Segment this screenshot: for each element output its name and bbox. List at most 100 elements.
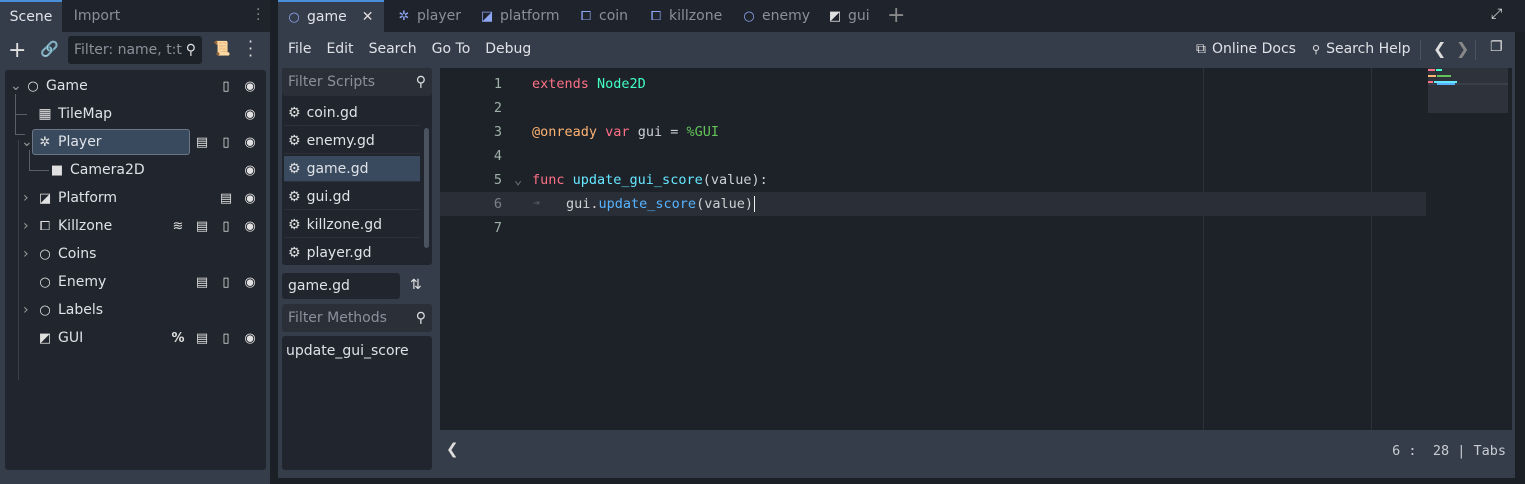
more-options-icon[interactable]: · · · xyxy=(248,34,253,64)
tab-killzone[interactable]: ⧠ killzone xyxy=(640,0,730,32)
filter-scripts-input[interactable]: Filter Scripts ⚲ xyxy=(282,68,432,96)
tree-item-tilemap[interactable]: ▦ TileMap ◉ xyxy=(5,100,266,128)
camera-icon: ■ xyxy=(50,162,64,178)
link-icon[interactable]: 🔗 xyxy=(40,40,59,58)
menu-file[interactable]: File xyxy=(288,41,311,57)
tab-game[interactable]: ○ game ✕ xyxy=(278,0,384,32)
visibility-eye-icon[interactable]: ◉ xyxy=(242,162,258,178)
expand-icon[interactable]: › xyxy=(23,302,29,318)
online-docs-button[interactable]: ⧉ Online Docs xyxy=(1196,32,1296,66)
collapse-icon[interactable]: ⌄ xyxy=(21,134,33,150)
token: (value): xyxy=(702,172,768,188)
tree-item-player[interactable]: ⌄ ✲ Player ▤ ▯ ◉ xyxy=(5,128,266,156)
script-item[interactable]: ⚙ killzone.gd xyxy=(284,212,420,238)
tree-item-coins[interactable]: › ○ Coins xyxy=(5,240,266,268)
script-item[interactable]: ⚙ player.gd xyxy=(284,240,420,266)
distraction-free-icon[interactable]: ⤢ xyxy=(1491,6,1502,22)
tree-item-platform[interactable]: › ◪ Platform ▤ ◉ xyxy=(5,184,266,212)
script-icon[interactable]: ▯ xyxy=(218,218,234,234)
script-icon[interactable]: ▯ xyxy=(218,330,234,346)
node-label: Enemy xyxy=(58,274,107,290)
tab-player[interactable]: ✲ player xyxy=(388,0,469,32)
area2d-icon: ⧠ xyxy=(650,8,662,24)
animatable-body-icon: ◪ xyxy=(480,8,494,24)
add-node-icon[interactable]: + xyxy=(8,38,26,63)
script-icon[interactable]: ▯ xyxy=(218,78,234,94)
tab-import[interactable]: Import xyxy=(62,0,132,32)
tab-label: coin xyxy=(599,8,629,24)
tree-item-game[interactable]: ⌄ ○ Game ▯ ◉ xyxy=(5,72,266,100)
indent-mode-button[interactable]: Tabs xyxy=(1473,443,1506,459)
scene-filter-input[interactable]: Filter: name, t:t ⚲ xyxy=(68,36,202,64)
instance-scene-icon[interactable]: ▤ xyxy=(194,134,210,150)
fold-chevron-icon[interactable]: ⌄ xyxy=(514,172,522,188)
expand-icon[interactable]: › xyxy=(23,246,29,262)
scrollbar[interactable] xyxy=(424,128,429,248)
canvas-layer-icon: ◩ xyxy=(828,8,842,24)
node2d-circle-icon: ○ xyxy=(27,78,39,94)
visibility-eye-icon[interactable]: ◉ xyxy=(242,134,258,150)
menu-search[interactable]: Search xyxy=(369,41,417,57)
script-editor: File Edit Search Go To Debug ⧉ Online Doc… xyxy=(278,32,1515,478)
tab-enemy[interactable]: ○ enemy xyxy=(733,0,818,32)
history-back-icon[interactable]: ❮ xyxy=(1433,39,1446,58)
tab-scene[interactable]: Scene xyxy=(0,0,62,32)
sort-icon[interactable]: ⇅ xyxy=(410,277,422,293)
script-item[interactable]: ⚙ enemy.gd xyxy=(284,128,420,154)
filter-methods-input[interactable]: Filter Methods ⚲ xyxy=(282,304,432,332)
script-icon[interactable]: ▯ xyxy=(218,274,234,290)
visibility-eye-icon[interactable]: ◉ xyxy=(242,106,258,122)
code-editor[interactable]: 1 2 3 4 5 6 7 ⌄ ⇥ extends Node2D @onread… xyxy=(440,68,1512,430)
collapse-icon[interactable]: ⌄ xyxy=(10,78,22,94)
visibility-eye-icon[interactable]: ◉ xyxy=(242,78,258,94)
new-tab-plus-icon[interactable]: + xyxy=(887,3,905,28)
script-item[interactable]: ⚙ gui.gd xyxy=(284,184,420,210)
tab-gui[interactable]: ◩ gui xyxy=(819,0,878,32)
tree-item-labels[interactable]: › ○ Labels xyxy=(5,296,266,324)
expand-icon[interactable]: › xyxy=(23,218,29,234)
menu-goto[interactable]: Go To xyxy=(432,41,471,57)
line-number: 3 xyxy=(493,124,502,140)
menu-debug[interactable]: Debug xyxy=(485,41,531,57)
toggle-panel-chevron-icon[interactable]: ❮ xyxy=(446,440,459,458)
search-icon: ⚲ xyxy=(415,310,426,326)
visibility-eye-icon[interactable]: ◉ xyxy=(242,218,258,234)
tab-label: platform xyxy=(500,8,560,24)
external-link-icon: ⧉ xyxy=(1196,41,1206,57)
minimap[interactable] xyxy=(1428,68,1508,113)
tab-label: player xyxy=(417,8,462,24)
script-item-selected[interactable]: ⚙ game.gd xyxy=(284,156,420,182)
tab-label: Import xyxy=(73,8,121,24)
gear-icon: ⚙ xyxy=(288,160,301,177)
tab-coin[interactable]: ⧠ coin xyxy=(570,0,636,32)
visibility-eye-icon[interactable]: ◉ xyxy=(242,190,258,206)
script-icon[interactable]: ▯ xyxy=(218,134,234,150)
token: Node2D xyxy=(597,76,646,92)
detach-script-icon[interactable]: 📜 xyxy=(213,41,230,57)
instance-scene-icon[interactable]: ▤ xyxy=(218,190,234,206)
tree-item-gui[interactable]: ◩ GUI % ▤ ▯ ◉ xyxy=(5,324,266,352)
tab-platform[interactable]: ◪ platform xyxy=(471,0,568,32)
script-item[interactable]: ⚙ coin.gd xyxy=(284,100,420,126)
instance-scene-icon[interactable]: ▤ xyxy=(194,218,210,234)
signals-icon[interactable]: ≋ xyxy=(170,218,186,234)
toggle-scripts-panel-icon[interactable]: ❐ xyxy=(1490,39,1503,55)
instance-scene-icon[interactable]: ▤ xyxy=(194,330,210,346)
gear-icon: ⚙ xyxy=(288,216,301,233)
visibility-eye-icon[interactable]: ◉ xyxy=(242,330,258,346)
tree-item-camera2d[interactable]: ■ Camera2D ◉ xyxy=(5,156,266,184)
close-tab-icon[interactable]: ✕ xyxy=(362,9,374,25)
visibility-eye-icon[interactable]: ◉ xyxy=(242,274,258,290)
unique-name-icon[interactable]: % xyxy=(170,330,186,346)
expand-icon[interactable]: › xyxy=(23,190,29,206)
current-script-name: game.gd xyxy=(288,278,350,294)
search-help-button[interactable]: ⚲ Search Help xyxy=(1312,32,1411,66)
tree-item-enemy[interactable]: ○ Enemy ▤ ▯ ◉ xyxy=(5,268,266,296)
dock-menu-icon[interactable]: · · · xyxy=(256,3,260,27)
instance-scene-icon[interactable]: ▤ xyxy=(194,274,210,290)
history-forward-icon[interactable]: ❯ xyxy=(1456,39,1469,58)
tree-item-killzone[interactable]: › ⧠ Killzone ≋ ▤ ▯ ◉ xyxy=(5,212,266,240)
node2d-circle-icon: ○ xyxy=(288,9,300,25)
method-item[interactable]: update_gui_score xyxy=(286,343,428,359)
menu-edit[interactable]: Edit xyxy=(326,41,353,57)
